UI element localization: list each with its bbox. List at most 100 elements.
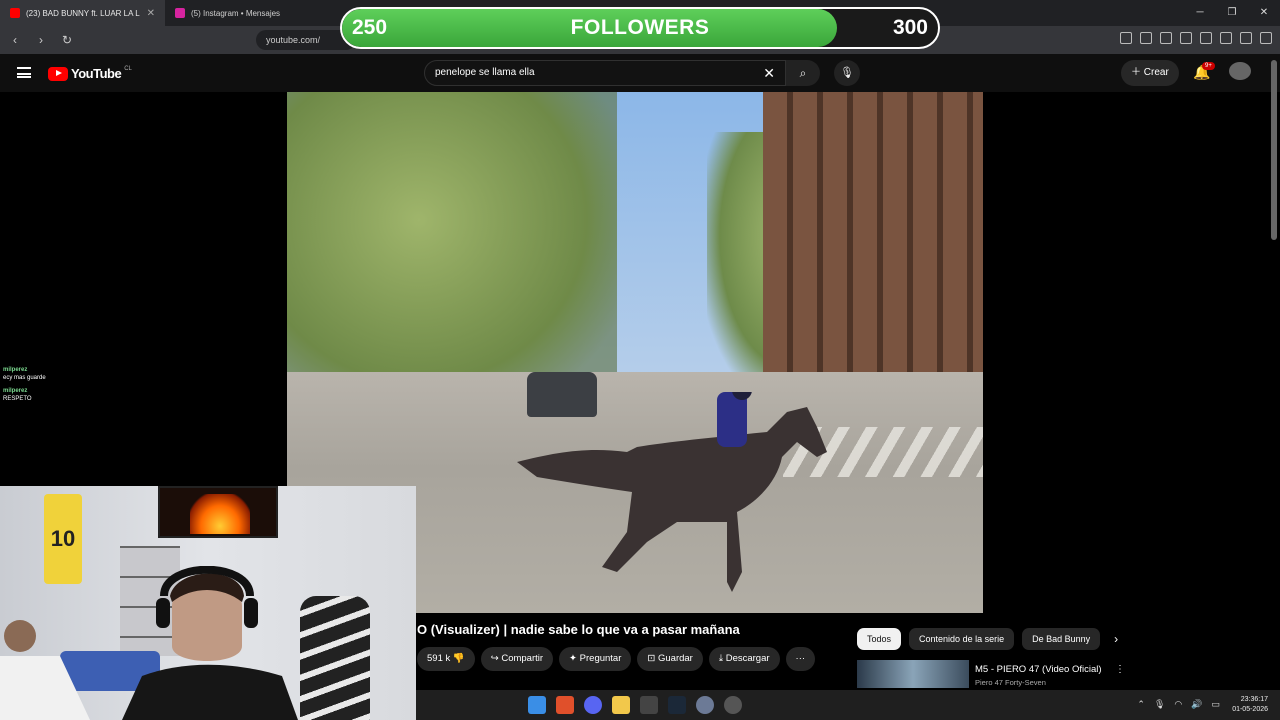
tab-instagram-label: (5) Instagram • Mensajes	[191, 8, 281, 18]
file-explorer-icon[interactable]	[612, 696, 630, 714]
youtube-wordmark: YouTube	[71, 66, 122, 81]
streamer-webcam: 10	[0, 486, 416, 720]
search-input-value: penelope se llama ella	[435, 67, 535, 78]
like-count: 591 k	[427, 653, 451, 664]
related-video-item[interactable]: M5 - PIERO 47 (Video Oficial) Piero 47 F…	[857, 660, 1137, 688]
gaming-chair	[300, 596, 370, 720]
discord-icon[interactable]	[584, 696, 602, 714]
microphone-icon: 🎙	[840, 67, 854, 79]
save-button[interactable]: ⊡ Guardar	[637, 647, 703, 671]
clear-search-icon[interactable]: ✕	[763, 61, 775, 85]
windows-taskbar: ⌃ 🎙 ◠ 🔊 ▭ 23:36:17 01-05-2026	[416, 690, 1280, 720]
recommendation-chips: Todos Contenido de la serie De Bad Bunny…	[857, 628, 1124, 650]
vpn-icon[interactable]	[1240, 32, 1252, 44]
window-controls: ─ ❐ ✕	[1184, 0, 1280, 26]
chevron-up-icon[interactable]: ⌃	[1137, 699, 1145, 710]
sidebar-icon[interactable]	[1200, 32, 1212, 44]
chat-username: milperez	[3, 367, 28, 373]
minimize-icon[interactable]: ─	[1184, 0, 1216, 26]
avatar[interactable]	[1229, 62, 1251, 80]
notifications-badge: 9+	[1202, 62, 1215, 70]
extension-icon[interactable]	[1140, 32, 1152, 44]
download-icon[interactable]	[1160, 32, 1172, 44]
close-tab-icon[interactable]: ✕	[147, 8, 155, 19]
more-actions-button[interactable]: ···	[785, 647, 816, 671]
search-input[interactable]: penelope se llama ella ✕	[424, 60, 786, 86]
battery-icon[interactable]: ▭	[1211, 699, 1220, 710]
video-frame-horse-rider	[517, 392, 827, 592]
system-tray: ⌃ 🎙 ◠ 🔊 ▭	[1137, 699, 1220, 710]
chat-message: ecy mas guarde	[3, 375, 46, 381]
taskbar-apps	[528, 696, 742, 714]
youtube-favicon-icon	[10, 8, 20, 18]
ask-label: Preguntar	[579, 653, 622, 664]
tab-instagram[interactable]: (5) Instagram • Mensajes	[165, 0, 330, 26]
create-button[interactable]: ＋ Crear	[1121, 60, 1179, 86]
bookmark-icon: ⊡	[647, 653, 658, 664]
dislike-icon[interactable]: 👎	[453, 653, 465, 664]
youtube-logo[interactable]: YouTube CL	[48, 66, 132, 81]
microphone-icon[interactable]: 🎙	[1154, 699, 1165, 710]
video-frame-trees	[287, 92, 617, 412]
save-label: Guardar	[658, 653, 693, 664]
clock-time: 23:36:17	[1240, 696, 1268, 703]
stream-chat: milperez ecy mas guarde milperez RESPETO	[3, 366, 46, 408]
voice-search-button[interactable]: 🎙	[834, 60, 860, 86]
tab-youtube[interactable]: (23) BAD BUNNY ft. LUAR LA L ✕	[0, 0, 165, 26]
share-icon: ↪	[490, 653, 502, 664]
webcam-tv	[158, 486, 278, 538]
back-icon[interactable]: ‹	[8, 33, 22, 47]
download-label: Descargar	[725, 653, 770, 664]
extensions-toolbar	[1120, 32, 1272, 44]
extension-icon[interactable]	[1120, 32, 1132, 44]
followers-target: 300	[892, 16, 928, 39]
sparkle-icon: ✦	[569, 653, 580, 664]
forward-icon[interactable]: ›	[34, 33, 48, 47]
webcam-person-left	[0, 620, 90, 720]
wifi-icon[interactable]: ◠	[1174, 699, 1182, 710]
related-video-title[interactable]: M5 - PIERO 47 (Video Oficial)	[975, 664, 1102, 675]
page-scrollbar[interactable]	[1271, 60, 1277, 240]
youtube-header: YouTube CL penelope se llama ella ✕ ⌕ 🎙 …	[0, 54, 1280, 92]
search-button[interactable]: ⌕	[786, 60, 820, 86]
plus-icon: ＋	[1131, 67, 1144, 78]
game-app-icon[interactable]	[640, 696, 658, 714]
share-label: Compartir	[501, 653, 544, 664]
download-icon: ⤓	[718, 653, 726, 664]
steam-icon[interactable]	[668, 696, 686, 714]
download-button[interactable]: ⤓ Descargar	[708, 647, 780, 671]
maximize-icon[interactable]: ❐	[1216, 0, 1248, 26]
share-button[interactable]: ↪ Compartir	[480, 647, 554, 671]
related-video-channel[interactable]: Piero 47 Forty-Seven	[975, 678, 1046, 687]
volume-icon[interactable]: 🔊	[1191, 699, 1202, 710]
more-options-icon[interactable]: ⋮	[1115, 664, 1125, 675]
fireplace-icon	[190, 494, 250, 534]
instagram-favicon-icon	[175, 8, 185, 18]
like-button[interactable]: 591 k 👎	[417, 647, 475, 671]
chevron-right-icon[interactable]: ›	[1108, 628, 1124, 650]
chip-bad-bunny[interactable]: De Bad Bunny	[1022, 628, 1101, 650]
webcam-streamer	[122, 566, 298, 720]
create-label: Crear	[1143, 67, 1169, 78]
clock-date: 01-05-2026	[1232, 706, 1268, 713]
chat-message: RESPETO	[3, 396, 32, 402]
chip-all[interactable]: Todos	[857, 628, 902, 650]
menu-icon[interactable]	[1260, 32, 1272, 44]
close-window-icon[interactable]: ✕	[1248, 0, 1280, 26]
settings-gear-icon[interactable]	[696, 696, 714, 714]
followers-label: FOLLOWERS	[570, 16, 710, 39]
reload-icon[interactable]: ↻	[60, 33, 74, 47]
chat-username: milperez	[3, 388, 28, 394]
chip-series-content[interactable]: Contenido de la serie	[909, 628, 1015, 650]
music-icon[interactable]	[1180, 32, 1192, 44]
brave-browser-icon[interactable]	[556, 696, 574, 714]
wallet-icon[interactable]	[1220, 32, 1232, 44]
video-actions: 591 k 👎 ↪ Compartir ✦ Preguntar ⊡ Guarda…	[417, 647, 816, 671]
taskbar-clock[interactable]: 23:36:17 01-05-2026	[1232, 695, 1268, 715]
hamburger-menu-icon[interactable]	[17, 67, 31, 78]
ask-button[interactable]: ✦ Preguntar	[559, 647, 632, 671]
obs-icon[interactable]	[724, 696, 742, 714]
followers-goal-bar: 250 FOLLOWERS 300	[340, 7, 940, 49]
windows-start-icon[interactable]	[528, 696, 546, 714]
related-video-thumbnail[interactable]	[857, 660, 969, 688]
